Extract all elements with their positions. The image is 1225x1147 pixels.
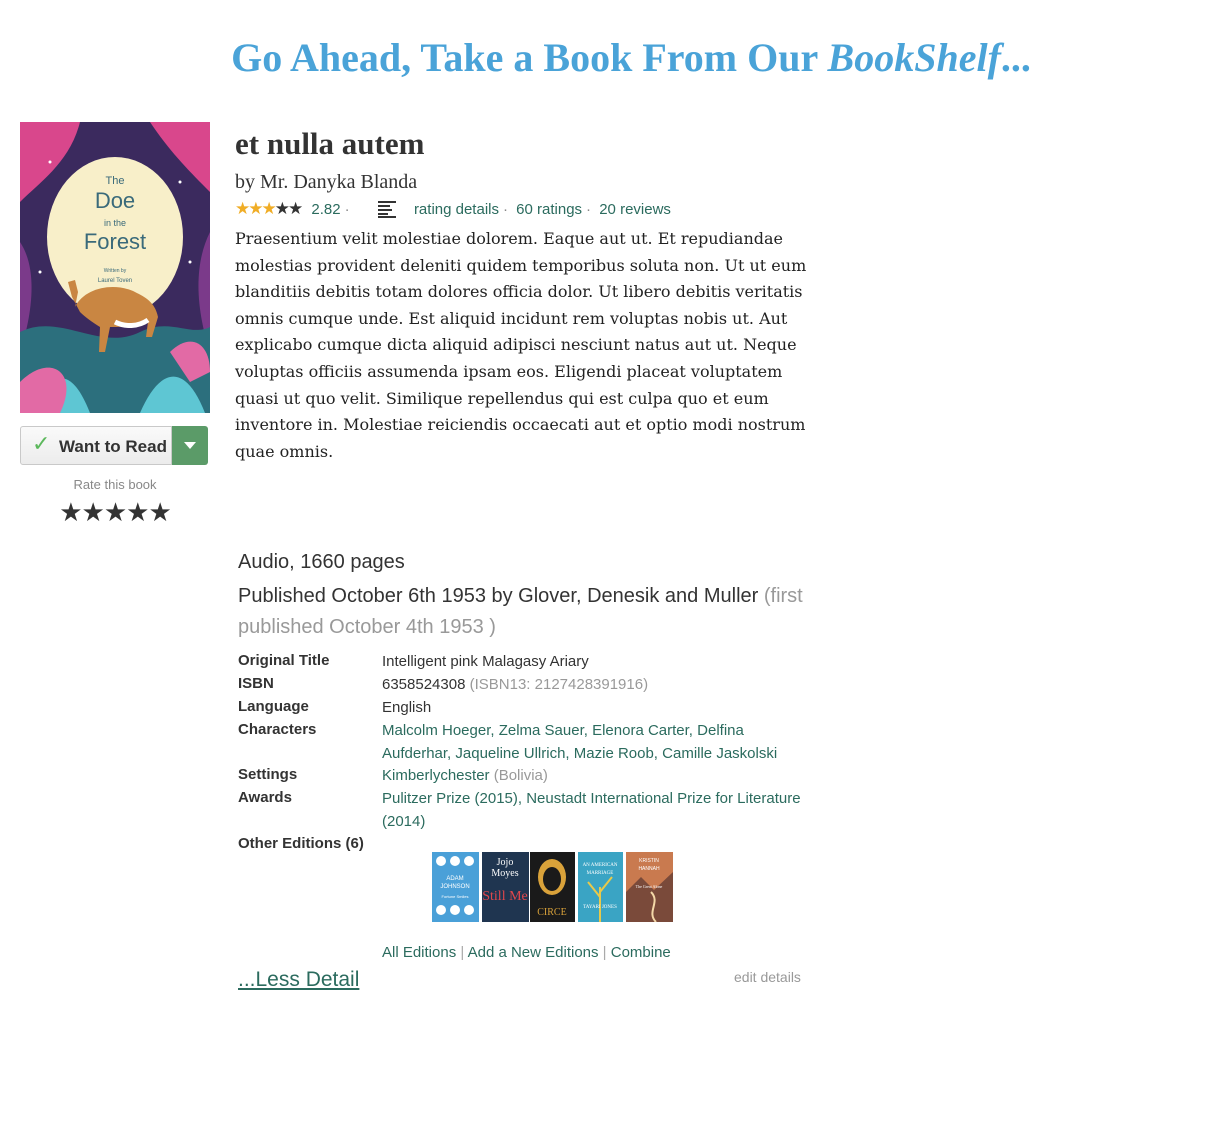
original-title-label: Original Title xyxy=(238,652,330,669)
language-label: Language xyxy=(238,698,309,715)
rating-details-icon[interactable] xyxy=(377,200,396,218)
edition-cover-3[interactable]: CIRCE xyxy=(530,852,575,922)
cover-written-by: Written by xyxy=(104,268,127,274)
book-description: Praesentium velit molestiae dolorem. Eaq… xyxy=(235,229,807,461)
edit-details-link[interactable]: edit details xyxy=(734,969,801,985)
rate-star-5[interactable]: ★ xyxy=(148,497,171,527)
settings-value: Kimberlychester (Bolivia) xyxy=(382,764,822,787)
characters-value: Malcolm Hoeger, Zelma Sauer, Elenora Car… xyxy=(382,719,802,765)
original-title-value: Intelligent pink Malagasy Ariary xyxy=(382,653,589,670)
edition-5-text-3: The Great Alone xyxy=(636,884,663,889)
characters-links[interactable]: Malcolm Hoeger, Zelma Sauer, Elenora Car… xyxy=(382,722,777,762)
edition-5-text-1: KRISTIN xyxy=(639,858,659,864)
cover-title-3: in the xyxy=(104,218,126,228)
edition-cover-art: Jojo Moyes Still Me xyxy=(482,852,529,922)
edition-cover-art: ADAM JOHNSON Fortune Smiles xyxy=(432,852,479,922)
page-header: Go Ahead, Take a Book From Our BookShelf… xyxy=(0,34,1225,81)
rate-this-book-label: Rate this book xyxy=(73,477,157,492)
awards-links[interactable]: Pulitzer Prize (2015), Neustadt Internat… xyxy=(382,790,801,830)
published-text: Published October 6th 1953 by Glover, De… xyxy=(238,585,759,607)
cover-title-1: The xyxy=(106,175,125,187)
add-edition-link[interactable]: Add a New Editions xyxy=(468,944,599,961)
edition-1-text-2: JOHNSON xyxy=(440,884,469,890)
want-to-read-button[interactable]: ✓ Want to Read xyxy=(20,426,172,465)
ratings-count-link[interactable]: 60 ratings xyxy=(516,201,582,218)
book-title: et nulla autem xyxy=(235,126,425,161)
rate-star-2[interactable]: ★ xyxy=(82,497,105,527)
shelf-dropdown-button[interactable] xyxy=(172,426,208,465)
awards-label: Awards xyxy=(238,789,292,806)
average-rating-stars: ★★★★★ xyxy=(235,199,303,218)
edition-cover-art: CIRCE xyxy=(530,852,575,922)
reviews-count-link[interactable]: 20 reviews xyxy=(599,201,671,218)
book-format: Audio, 1660 pages xyxy=(238,551,405,573)
header-prefix: Go Ahead, Take a Book From Our xyxy=(231,35,828,80)
edition-4-text-2: MARRIAGE xyxy=(587,871,614,876)
all-editions-link[interactable]: All Editions xyxy=(382,944,456,961)
cover-art: The Doe in the Forest Written by Laurel … xyxy=(20,122,210,413)
edition-cover-5[interactable]: KRISTIN HANNAH The Great Alone xyxy=(626,852,673,922)
edition-2-text-1: Jojo xyxy=(497,857,514,868)
book-cover[interactable]: The Doe in the Forest Written by Laurel … xyxy=(20,122,210,413)
characters-label: Characters xyxy=(238,721,317,738)
rate-star-4[interactable]: ★ xyxy=(126,497,149,527)
rate-stars[interactable]: ★★★★★ xyxy=(20,497,210,528)
checkmark-icon: ✓ xyxy=(32,431,51,456)
cover-author: Laurel Toven xyxy=(98,278,132,284)
other-editions-label: Other Editions (6) xyxy=(238,835,364,852)
edition-3-text-1: CIRCE xyxy=(537,907,566,918)
rating-meta: ★★★★★ 2.82 · rating details · 60 ratings · … xyxy=(235,199,671,218)
average-rating-value: 2.82 xyxy=(311,201,341,218)
rating-details-link[interactable]: rating details xyxy=(414,201,499,218)
edition-cover-art: KRISTIN HANNAH The Great Alone xyxy=(626,852,673,922)
edition-4-text-3: TAYARI JONES xyxy=(583,905,617,910)
awards-value: Pulitzer Prize (2015), Neustadt Internat… xyxy=(382,787,812,833)
settings-label: Settings xyxy=(238,766,298,783)
edition-5-text-2: HANNAH xyxy=(638,866,660,872)
settings-country: (Bolivia) xyxy=(493,767,548,784)
want-to-read-label: Want to Read xyxy=(59,437,167,456)
chevron-down-icon xyxy=(184,442,196,449)
isbn-number: 6358524308 xyxy=(382,676,466,693)
rate-star-1[interactable]: ★ xyxy=(59,497,82,527)
combine-link[interactable]: Combine xyxy=(611,944,671,961)
edition-cover-4[interactable]: AN AMERICAN MARRIAGE TAYARI JONES xyxy=(578,852,625,922)
edition-links: All Editions | Add a New Editions | Comb… xyxy=(382,944,671,961)
isbn-value: 6358524308 (ISBN13: 2127428391916) xyxy=(382,673,822,696)
edition-cover-art: AN AMERICAN MARRIAGE TAYARI JONES xyxy=(578,852,623,922)
language-value: English xyxy=(382,699,432,716)
want-to-read-control: ✓ Want to Read xyxy=(20,426,208,465)
book-author[interactable]: by Mr. Danyka Blanda xyxy=(235,171,417,194)
edition-1-text-1: ADAM xyxy=(446,876,463,882)
edition-2-text-2: Moyes xyxy=(491,868,518,879)
edition-4-text-1: AN AMERICAN xyxy=(583,863,618,868)
isbn-label: ISBN xyxy=(238,675,274,692)
publication-info: Published October 6th 1953 by Glover, De… xyxy=(238,581,828,643)
header-brand: BookShelf xyxy=(827,35,1001,80)
header-suffix: ... xyxy=(1000,35,1031,80)
cover-title-4: Forest xyxy=(84,229,146,254)
edition-2-text-3: Still Me xyxy=(482,889,528,904)
isbn13-number: (ISBN13: 2127428391916) xyxy=(469,676,649,693)
cover-title-2: Doe xyxy=(95,188,135,213)
rate-star-3[interactable]: ★ xyxy=(104,497,127,527)
edition-cover-2[interactable]: Jojo Moyes Still Me xyxy=(482,852,529,922)
settings-link[interactable]: Kimberlychester xyxy=(382,767,490,784)
edition-1-text-3: Fortune Smiles xyxy=(442,894,469,899)
edition-cover-1[interactable]: ADAM JOHNSON Fortune Smiles xyxy=(432,852,479,922)
less-detail-link[interactable]: ...Less Detail xyxy=(238,968,359,992)
